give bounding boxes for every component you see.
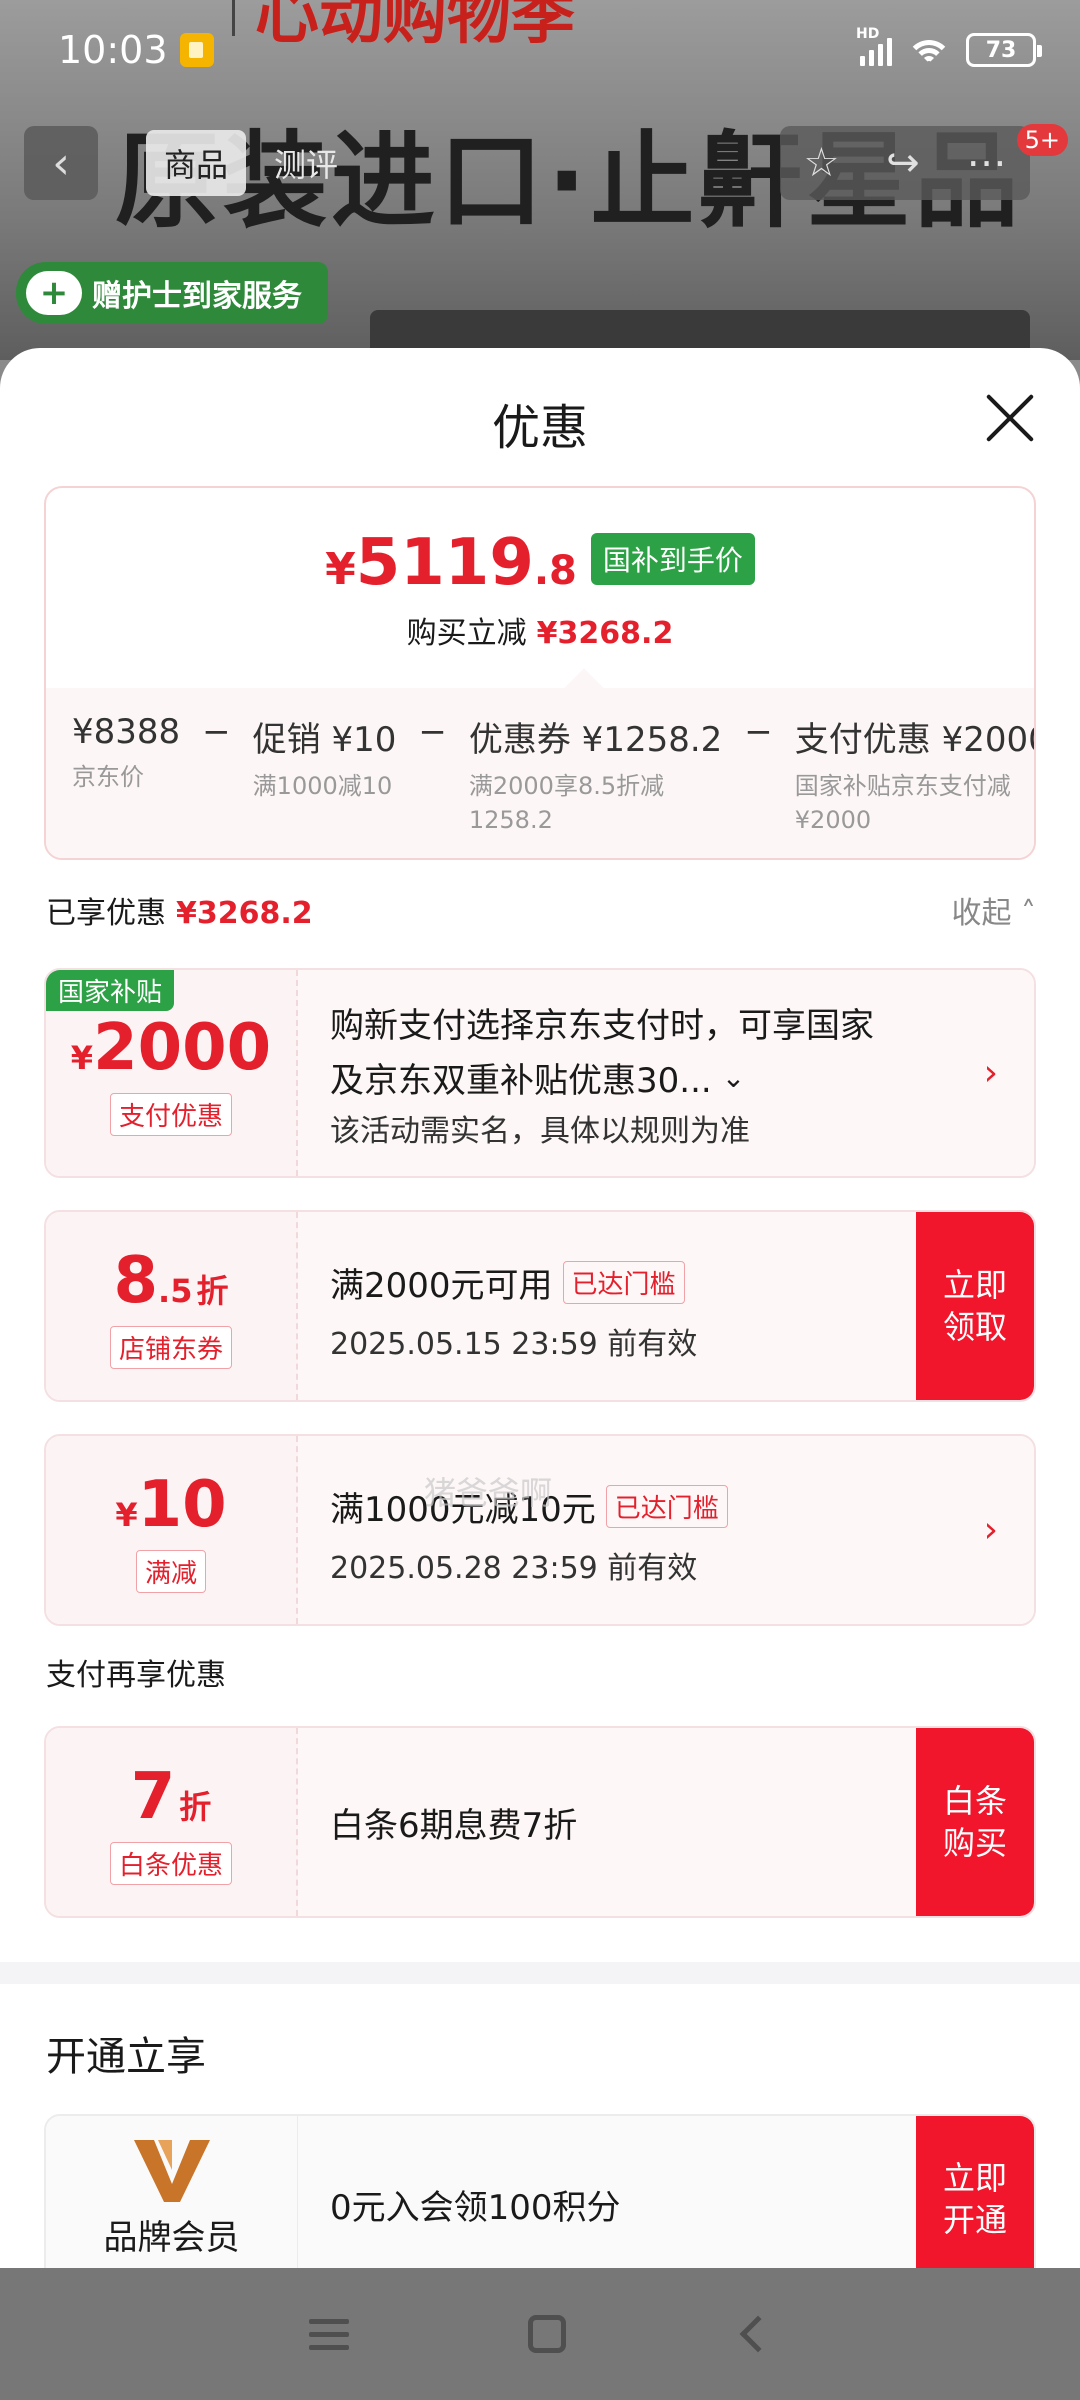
- coupon-value: 8.5 折: [113, 1243, 229, 1318]
- minus-sign: −: [744, 712, 773, 752]
- coupon-value: ¥2000: [70, 1010, 272, 1085]
- back-button[interactable]: ‹: [24, 126, 98, 200]
- coupon-desc: 购新支付选择京东支付时，可享国家: [330, 1006, 874, 1046]
- collapse-button[interactable]: 收起 ˄: [951, 888, 1036, 932]
- purchase-reduction: 购买立减 ¥3268.2: [46, 608, 1034, 652]
- cell-signal-icon: HD: [856, 26, 892, 66]
- coupon-tag: 白条优惠: [109, 1841, 232, 1885]
- back-arrow-icon: ‹: [52, 137, 70, 189]
- battery-level: 73: [985, 37, 1017, 63]
- coupon-condition: 满2000元可用: [330, 1266, 553, 1306]
- system-nav-bar: [0, 2268, 1080, 2400]
- coupon-value: 7折: [130, 1759, 212, 1834]
- chevron-up-icon: ˄: [1021, 896, 1036, 931]
- message-badge: 5+: [1016, 124, 1068, 156]
- favorite-star-icon[interactable]: ☆: [803, 140, 839, 186]
- coupon-tag: 店铺东券: [109, 1325, 232, 1369]
- section-divider: [0, 1962, 1080, 1984]
- medical-cross-icon: +: [26, 271, 82, 315]
- share-icon[interactable]: ↪: [886, 140, 920, 186]
- gov-subsidy-flag: 国家补贴: [46, 970, 175, 1011]
- nurse-service-label: 赠护士到家服务: [92, 279, 302, 314]
- brand-v-logo-icon: [133, 2139, 210, 2202]
- chevron-right-icon[interactable]: ›: [984, 1510, 998, 1551]
- threshold-badge: 已达门槛: [562, 1261, 685, 1304]
- breakdown-jd-price: ¥8388 京东价: [72, 712, 181, 791]
- back-icon[interactable]: [739, 2315, 777, 2353]
- brand-member-card[interactable]: 品牌会员 0元入会领100积分 立即 开通: [44, 2114, 1036, 2268]
- minus-sign: −: [202, 712, 231, 752]
- header-actions: ☆ ↪ ⋯: [780, 126, 1030, 200]
- close-icon[interactable]: [984, 392, 1036, 444]
- sheet-title: 优惠: [491, 400, 588, 456]
- baitiao-buy-button[interactable]: 白条 购买: [916, 1728, 1034, 1916]
- coupon-gov-subsidy[interactable]: ¥2000 支付优惠 国家补贴 购新支付选择京东支付时，可享国家 及京东双重补贴…: [44, 968, 1036, 1178]
- coupon-tag: 满减: [135, 1549, 206, 1593]
- coupon-expiry: 2025.05.15 23:59 前有效: [330, 1327, 698, 1362]
- gov-subsidy-price-badge: 国补到手价: [590, 533, 755, 585]
- chevron-down-icon[interactable]: ⌄: [722, 1061, 745, 1094]
- coupon-expiry: 2025.05.28 23:59 前有效: [330, 1551, 698, 1586]
- discount-sheet: 优惠 ¥5119.8 国补到手价 购买立减 ¥3268.2 ¥8388 京东价 −: [0, 348, 1080, 2268]
- minus-sign: −: [418, 712, 447, 752]
- member-benefit: 0元入会领100积分: [330, 2188, 621, 2228]
- join-member-button[interactable]: 立即 开通: [916, 2116, 1034, 2268]
- coupon-note: 该活动需实名，具体以规则为准: [330, 1114, 750, 1149]
- coupon-full-reduction[interactable]: ¥10 满减 满1000元减10元 已达门槛 2025.05.28 23:59 前…: [44, 1434, 1036, 1626]
- price-breakdown: ¥8388 京东价 − 促销 ¥10 满1000减10 − 优惠券 ¥1258.…: [72, 712, 1034, 837]
- tab-review[interactable]: 测评: [256, 130, 356, 196]
- recent-apps-icon[interactable]: [309, 2318, 350, 2350]
- breakdown-coupon: 优惠券 ¥1258.2 满2000享8.5折减 1258.2: [468, 720, 723, 834]
- status-time: 10:03: [58, 28, 168, 72]
- reduce-label: 购买立减: [406, 616, 527, 651]
- breakdown-payment: 支付优惠 ¥2000 国家补贴京东支付减 ¥2000: [794, 720, 1036, 834]
- chevron-right-icon[interactable]: ›: [984, 1053, 998, 1094]
- home-icon[interactable]: [527, 2315, 566, 2353]
- breakdown-promotion: 促销 ¥10 满1000减10: [252, 720, 397, 800]
- pay-more-header: 支付再享优惠: [46, 1658, 226, 1693]
- claim-button[interactable]: 立即 领取: [916, 1212, 1034, 1400]
- reduce-amount: ¥3268.2: [536, 616, 674, 651]
- coupon-baitiao[interactable]: 7折 白条优惠 白条6期息费7折 白条 购买: [44, 1726, 1036, 1918]
- final-price: ¥5119.8: [325, 526, 577, 600]
- member-section-title: 开通立享: [46, 2034, 206, 2080]
- coupon-value: ¥10: [115, 1467, 227, 1542]
- battery-icon: 73: [966, 33, 1042, 67]
- coupon-desc-cont: 及京东双重补贴优惠30...: [330, 1061, 712, 1101]
- nurse-service-badge: + 赠护士到家服务: [16, 262, 328, 324]
- status-bar: 10:03 HD 73: [0, 0, 1080, 100]
- tab-product[interactable]: 商品: [146, 130, 247, 196]
- notification-app-icon: [179, 33, 214, 67]
- threshold-badge: 已达门槛: [605, 1485, 728, 1528]
- coupon-tag: 支付优惠: [109, 1092, 232, 1136]
- price-summary-card: ¥5119.8 国补到手价 购买立减 ¥3268.2 ¥8388 京东价 − 促销…: [44, 486, 1036, 860]
- enjoyed-discount-header: 已享优惠 ¥3268.2: [46, 896, 313, 931]
- product-tabs: 商品 测评: [146, 126, 356, 200]
- brand-member-label: 品牌会员: [103, 2217, 240, 2258]
- watermark: 猪爸爸啊: [424, 1474, 553, 1512]
- coupon-shop[interactable]: 8.5 折 店铺东券 满2000元可用 已达门槛 2025.05.15 23:59 …: [44, 1210, 1036, 1402]
- more-icon[interactable]: ⋯: [967, 140, 1007, 186]
- baitiao-desc: 白条6期息费7折: [330, 1806, 578, 1846]
- enjoyed-amount: ¥3268.2: [176, 896, 313, 931]
- wifi-icon: [906, 32, 952, 68]
